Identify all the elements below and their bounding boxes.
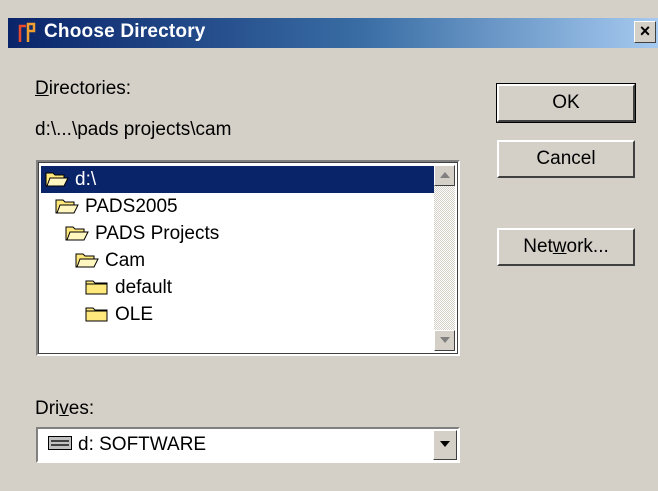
choose-directory-dialog: Choose Directory × Directories: d:\...\p… <box>0 0 658 491</box>
open-folder-icon <box>75 250 99 268</box>
drive-icon <box>48 435 72 450</box>
title-bar[interactable]: Choose Directory × <box>8 18 658 48</box>
directory-item-label: PADS Projects <box>95 223 220 244</box>
current-path: d:\...\pads projects\cam <box>35 119 232 140</box>
drives-dropdown-button[interactable] <box>433 430 457 460</box>
close-button[interactable]: × <box>634 21 656 43</box>
drives-selected-text: d: SOFTWARE <box>78 434 207 455</box>
directory-item[interactable]: Cam <box>41 247 434 274</box>
directory-list-items: d:\ PADS2005 PADS Projects Cam default OLE <box>41 166 434 328</box>
directory-item-label: default <box>115 277 173 298</box>
directories-label: Directories: <box>35 78 132 99</box>
closed-folder-icon <box>85 304 109 322</box>
directory-item-label: Cam <box>105 250 146 271</box>
network-button[interactable]: Network... <box>497 228 635 266</box>
directory-item[interactable]: OLE <box>41 301 434 328</box>
directory-item-label: PADS2005 <box>85 196 178 217</box>
directory-item[interactable]: PADS2005 <box>41 193 434 220</box>
drives-select-value: d: SOFTWARE <box>48 434 206 456</box>
open-folder-icon <box>65 223 89 241</box>
ok-button[interactable]: OK <box>496 83 636 123</box>
directory-list[interactable]: d:\ PADS2005 PADS Projects Cam default OLE <box>36 160 460 356</box>
window-title: Choose Directory <box>44 21 206 42</box>
scroll-down-button[interactable] <box>434 330 455 351</box>
app-icon <box>18 22 36 42</box>
directory-scrollbar[interactable] <box>434 165 455 351</box>
directory-item-label: OLE <box>115 304 154 325</box>
directory-item[interactable]: PADS Projects <box>41 220 434 247</box>
directory-item-label: d:\ <box>75 169 97 190</box>
chevron-down-icon <box>440 441 450 447</box>
cancel-button[interactable]: Cancel <box>497 140 635 178</box>
open-folder-icon <box>55 196 79 214</box>
directory-item[interactable]: default <box>41 274 434 301</box>
drives-label: Drives: <box>35 398 95 419</box>
directory-item[interactable]: d:\ <box>41 166 434 193</box>
open-folder-icon <box>45 169 69 187</box>
scroll-up-icon <box>440 172 450 178</box>
closed-folder-icon <box>85 277 109 295</box>
scroll-down-icon <box>440 337 450 343</box>
scroll-up-button[interactable] <box>434 165 455 186</box>
drives-select[interactable]: d: SOFTWARE <box>36 427 460 463</box>
close-icon: × <box>639 21 651 41</box>
